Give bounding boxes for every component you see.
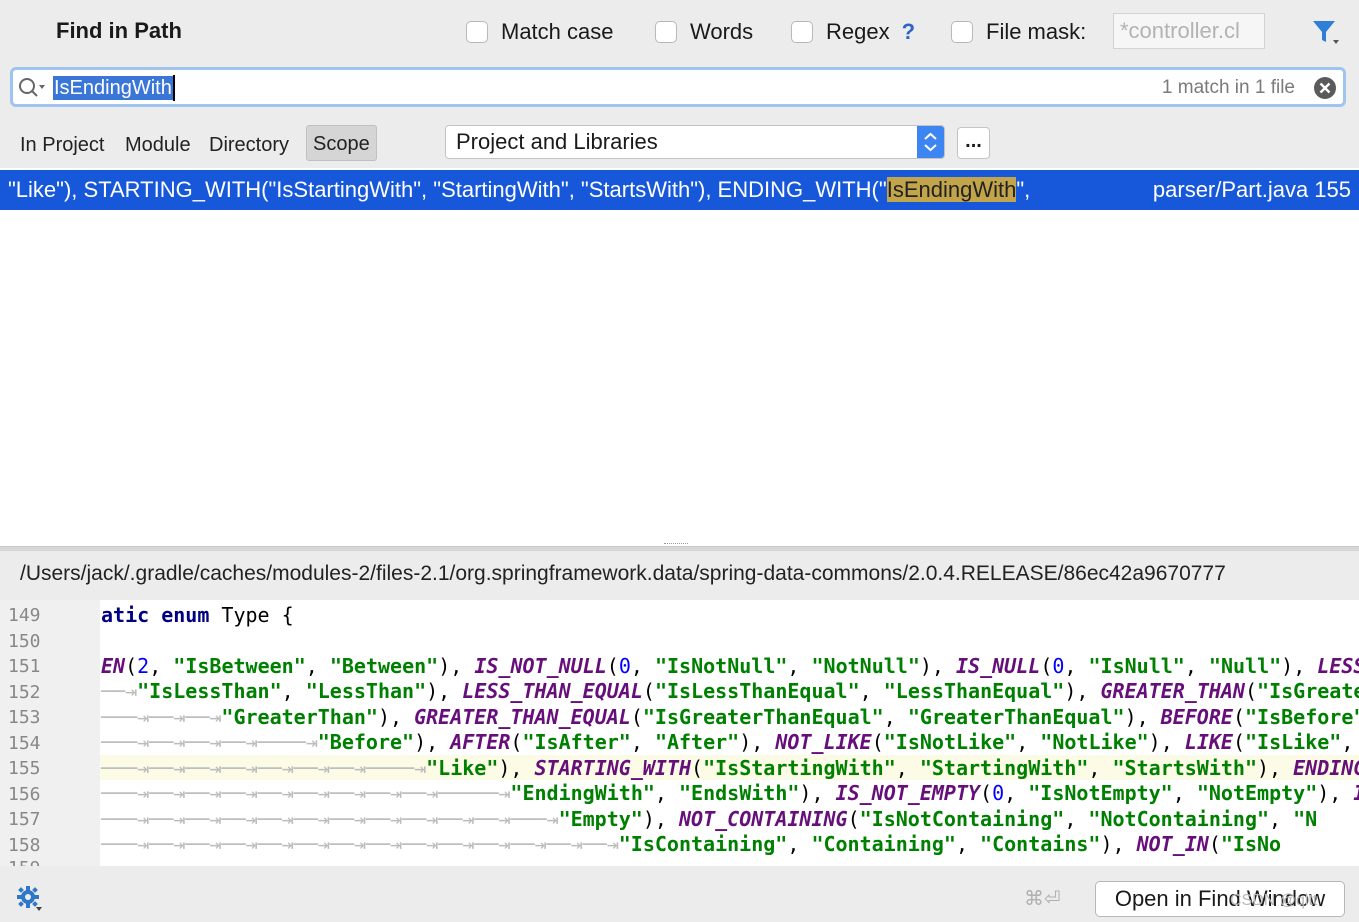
search-icon[interactable] [17,76,47,100]
shortcut-hint: ⌘⏎ [1024,888,1061,910]
line-number: 158 [8,835,41,856]
file-mask-checkbox[interactable] [951,21,973,43]
preview-file-path: /Users/jack/.gradle/caches/modules-2/fil… [20,562,1226,585]
match-count: 1 match in 1 file [1161,77,1295,98]
code-line: ───⇥──⇥──⇥──⇥──⇥──⇥──⇥────⇥"Like"), STAR… [101,756,1359,780]
regex-checkbox[interactable] [791,21,813,43]
line-number: 156 [8,784,41,805]
result-match: IsEndingWith [886,177,1017,202]
line-number: 153 [8,707,41,728]
code-preview[interactable]: 149 150 151 152 153 154 155 156 157 158 … [0,600,1359,866]
select-arrows-icon [917,126,944,158]
result-snippet: "Like"), STARTING_WITH("IsStartingWith",… [8,177,1031,202]
match-case-checkbox[interactable] [466,21,488,43]
code-line: atic enum Type { [101,603,294,627]
results-list[interactable]: "Like"), STARTING_WITH("IsStartingWith",… [0,168,1359,546]
words-label: Words [690,19,754,44]
match-case-option[interactable]: Match case [466,18,614,46]
code-line: ──⇥"IsLessThan", "LessThan"), LESS_THAN_… [101,679,1359,703]
search-field[interactable]: IsEndingWith 1 match in 1 file [10,67,1346,107]
regex-help-link[interactable]: ? [902,19,915,45]
code-line: ───⇥──⇥──⇥──⇥──⇥──⇥──⇥──⇥──⇥──⇥──⇥──⇥──⇥… [101,832,1282,856]
line-number: 150 [8,631,41,652]
code-line: ───⇥──⇥──⇥"GreaterThan"), GREATER_THAN_E… [101,705,1359,729]
search-input[interactable]: IsEndingWith [53,76,173,100]
result-row[interactable]: "Like"), STARTING_WITH("IsStartingWith",… [0,170,1359,210]
settings-gear-icon[interactable] [16,884,44,912]
match-case-label: Match case [501,19,614,44]
regex-option[interactable]: Regex ? [791,18,915,46]
clear-icon[interactable] [1313,76,1337,100]
line-number: 155 [8,758,41,779]
line-number: 149 [8,605,41,626]
watermark: CSDN @qltt [1230,892,1318,909]
browse-scope-button[interactable]: ... [957,127,990,159]
line-number: 159 [8,858,41,866]
scope-select[interactable]: Project and Libraries [445,125,945,159]
line-number: 157 [8,809,41,830]
file-mask-input[interactable]: *controller.cl [1113,13,1265,49]
tab-directory[interactable]: Directory [203,128,295,162]
tab-scope[interactable]: Scope [306,125,377,161]
text-caret [173,75,175,101]
code-line: ───⇥──⇥──⇥──⇥──⇥──⇥──⇥──⇥──⇥─────⇥"Endin… [101,781,1359,805]
line-number: 152 [8,682,41,703]
code-line: ───⇥──⇥──⇥──⇥──⇥──⇥──⇥──⇥──⇥──⇥──⇥───⇥"E… [101,807,1318,831]
tab-module[interactable]: Module [119,128,197,162]
words-checkbox[interactable] [655,21,677,43]
file-mask-label: File mask: [986,19,1087,44]
scope-select-value: Project and Libraries [456,129,658,154]
line-number: 154 [8,733,41,754]
regex-label: Regex [826,19,890,44]
code-line: ───⇥──⇥──⇥──⇥────⇥"Before"), AFTER("IsAf… [101,730,1354,754]
code-line: EN(2, "IsBetween", "Between"), IS_NOT_NU… [101,654,1359,678]
splitter-grip-icon[interactable] [664,543,688,548]
result-file: parser/Part.java 155 [1152,177,1351,202]
words-option[interactable]: Words [655,18,753,46]
dialog-title: Find in Path [56,18,182,43]
line-number: 151 [8,656,41,677]
tab-in-project[interactable]: In Project [14,128,110,162]
file-mask-option[interactable]: File mask: [951,18,1086,46]
filter-icon[interactable] [1310,18,1342,48]
